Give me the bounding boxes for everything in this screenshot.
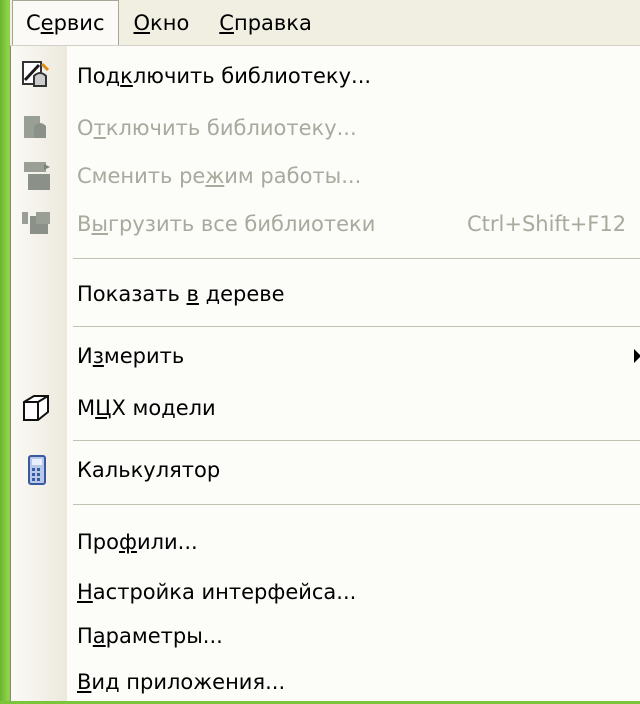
menu-item-measure[interactable]: Измерить	[11, 334, 640, 378]
menu-item-profiles[interactable]: Профили...	[11, 520, 640, 564]
menu-item-show-in-tree[interactable]: Показать в дереве	[11, 272, 640, 316]
menu-item-label: Сменить режим работы...	[77, 164, 362, 188]
menu-label: кно	[150, 10, 190, 35]
menu-item-disconnect-library[interactable]: Отключить библиотеку...	[11, 106, 640, 150]
menu-item-label: Вид приложения...	[77, 670, 286, 694]
menu-item-parameters[interactable]: Параметры...	[11, 614, 640, 658]
menu-label: правка	[233, 10, 312, 35]
service-dropdown-menu: Подключить библиотеку... Отключить библи…	[10, 46, 640, 701]
menu-item-label: Параметры...	[77, 624, 223, 648]
menu-service[interactable]: Се рвис	[12, 0, 119, 45]
menu-label: рвис	[53, 11, 105, 35]
menu-item-calculator[interactable]: Калькулятор	[11, 448, 640, 492]
calculator-icon	[17, 450, 57, 490]
separator	[73, 326, 640, 327]
switch-mode-icon	[17, 156, 57, 196]
menu-item-label: Профили...	[77, 530, 198, 554]
separator	[73, 258, 640, 259]
disconnect-library-icon	[17, 108, 57, 148]
menu-window[interactable]: Окно	[119, 0, 205, 45]
menu-item-mass-properties[interactable]: МЦХ модели	[11, 386, 640, 430]
menu-item-label: Измерить	[77, 344, 185, 368]
menu-bar: Се рвис Окно Справка	[10, 0, 640, 46]
menu-item-unload-libraries[interactable]: Выгрузить все библиотеки Ctrl+Shift+F12	[11, 202, 640, 246]
menu-item-label: Выгрузить все библиотеки	[77, 212, 376, 236]
menu-item-label: Калькулятор	[77, 458, 221, 482]
menu-item-interface-settings[interactable]: Настройка интерфейса...	[11, 570, 640, 614]
menu-item-label: Настройка интерфейса...	[77, 580, 357, 604]
menu-item-label: МЦХ модели	[77, 396, 216, 420]
connect-library-icon	[17, 56, 57, 96]
separator	[73, 440, 640, 441]
menu-item-label: Подключить библиотеку...	[77, 64, 372, 88]
menu-accel: С	[219, 10, 234, 35]
menu-label: С	[26, 11, 41, 35]
menu-accel: е	[40, 11, 54, 35]
shortcut-text: Ctrl+Shift+F12	[467, 212, 627, 236]
menu-item-label: Отключить библиотеку...	[77, 116, 357, 140]
menu-help[interactable]: Справка	[204, 0, 327, 45]
separator	[73, 504, 640, 505]
menu-item-label: Показать в дереве	[77, 282, 285, 306]
menu-item-connect-library[interactable]: Подключить библиотеку...	[11, 54, 640, 98]
menu-accel: О	[133, 10, 151, 35]
menu-item-switch-mode[interactable]: Сменить режим работы...	[11, 154, 640, 198]
menu-item-app-view[interactable]: Вид приложения...	[11, 660, 640, 704]
mass-properties-icon	[17, 388, 57, 428]
unload-libraries-icon	[17, 204, 57, 244]
submenu-arrow-icon	[634, 349, 640, 363]
